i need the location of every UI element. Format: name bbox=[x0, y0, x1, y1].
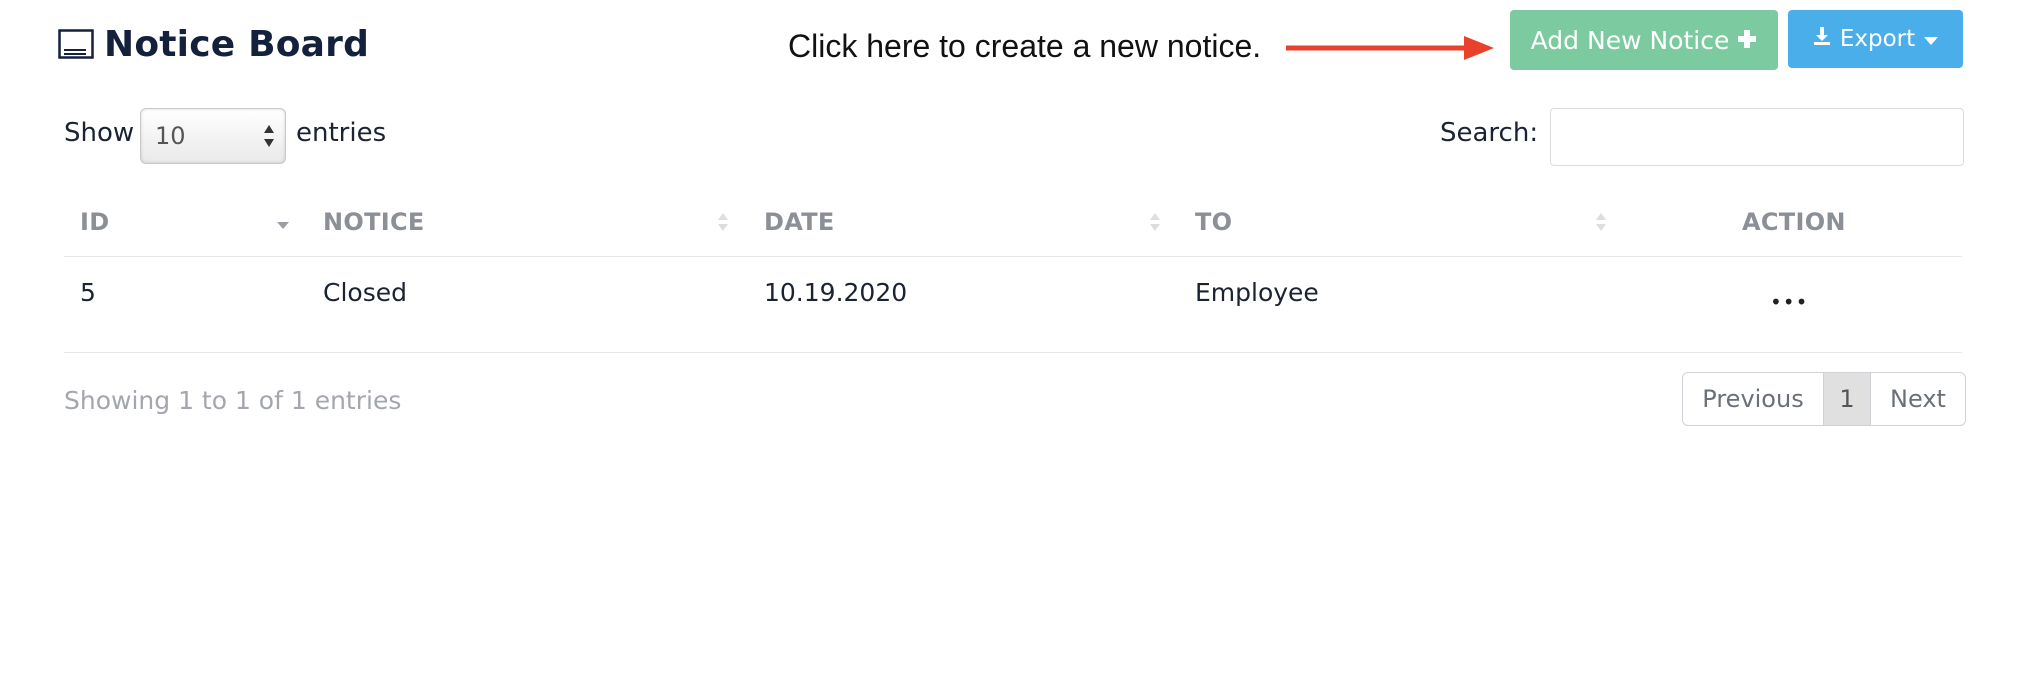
previous-page-button[interactable]: Previous bbox=[1683, 373, 1824, 425]
entries-label: entries bbox=[296, 118, 387, 148]
notice-board-icon bbox=[58, 29, 94, 59]
cell-to: Employee bbox=[1195, 278, 1319, 307]
sort-icon[interactable] bbox=[716, 210, 730, 234]
page-1-button[interactable]: 1 bbox=[1824, 373, 1871, 425]
column-header-notice[interactable]: NOTICE bbox=[323, 208, 425, 236]
page-size-select[interactable]: 10 bbox=[140, 108, 286, 164]
search-label: Search: bbox=[1440, 118, 1539, 148]
page-size-value: 10 bbox=[155, 122, 186, 150]
table-bottom-divider bbox=[64, 352, 1962, 353]
show-label: Show bbox=[64, 118, 135, 148]
export-button-label: Export bbox=[1839, 26, 1916, 52]
column-header-action: ACTION bbox=[1742, 208, 1846, 236]
search-input[interactable] bbox=[1550, 108, 1964, 166]
download-icon bbox=[1812, 26, 1832, 52]
cell-id: 5 bbox=[80, 278, 96, 307]
sort-desc-icon[interactable] bbox=[276, 210, 290, 234]
plus-icon bbox=[1737, 26, 1757, 55]
cell-notice: Closed bbox=[323, 278, 407, 307]
column-header-to[interactable]: TO bbox=[1195, 208, 1232, 236]
sort-icon[interactable] bbox=[1148, 210, 1162, 234]
add-button-label: Add New Notice bbox=[1530, 25, 1730, 55]
caret-down-icon bbox=[1923, 26, 1939, 52]
table-info: Showing 1 to 1 of 1 entries bbox=[64, 386, 402, 415]
page-header: Notice Board bbox=[58, 20, 369, 68]
sort-icon[interactable] bbox=[1594, 210, 1608, 234]
column-header-date[interactable]: DATE bbox=[764, 208, 835, 236]
pagination: Previous 1 Next bbox=[1682, 372, 1966, 426]
row-actions-button[interactable]: ••• bbox=[1770, 290, 1808, 314]
page-title: Notice Board bbox=[104, 23, 370, 65]
column-header-id[interactable]: ID bbox=[80, 208, 109, 236]
table-header-divider bbox=[64, 256, 1962, 257]
annotation-arrow-icon bbox=[1286, 36, 1494, 60]
annotation-hint: Click here to create a new notice. bbox=[788, 28, 1262, 64]
next-page-button[interactable]: Next bbox=[1871, 373, 1965, 425]
export-button[interactable]: Export bbox=[1788, 10, 1963, 68]
select-arrows-icon bbox=[264, 125, 274, 147]
cell-date: 10.19.2020 bbox=[764, 278, 908, 307]
add-new-notice-button[interactable]: Add New Notice bbox=[1510, 10, 1778, 70]
